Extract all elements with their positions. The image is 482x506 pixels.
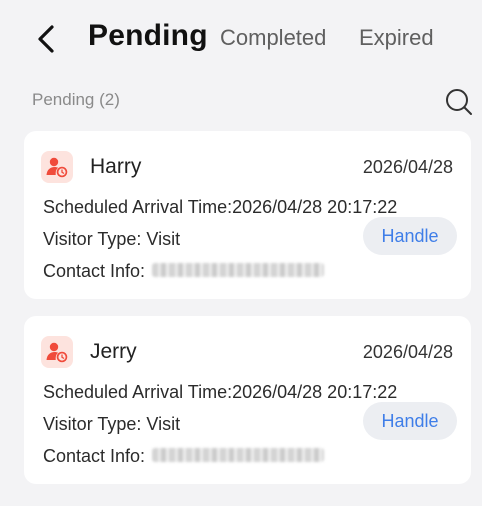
contact-info: Contact Info:: [43, 261, 325, 282]
search-button[interactable]: [444, 87, 474, 117]
tab-expired[interactable]: Expired: [359, 25, 434, 51]
handle-button[interactable]: Handle: [363, 402, 457, 440]
contact-info-label: Contact Info:: [43, 446, 146, 466]
visit-date: 2026/04/28: [362, 342, 453, 362]
visitor-type: Visitor Type: Visit: [43, 414, 181, 434]
visitor-icon: [41, 336, 73, 368]
back-button[interactable]: [32, 22, 60, 56]
contact-info-label: Contact Info:: [43, 261, 146, 281]
pending-count-label: Pending (2): [32, 90, 120, 109]
visit-date: 2026/04/28: [362, 157, 453, 177]
tab-header: Pending Completed Expired: [0, 0, 482, 74]
visitor-type: Visitor Type: Visit: [43, 229, 181, 249]
contact-info-blurred-value: [152, 448, 325, 463]
chevron-left-icon: [38, 25, 54, 53]
search-icon: [446, 89, 472, 115]
scheduled-arrival-time: Scheduled Arrival Time:2026/04/28 20:17:…: [43, 197, 398, 217]
tab-completed[interactable]: Completed: [220, 25, 326, 51]
tab-pending[interactable]: Pending: [88, 19, 208, 53]
visitor-card[interactable]: Jerry 2026/04/28 Scheduled Arrival Time:…: [24, 316, 471, 484]
scheduled-arrival-time: Scheduled Arrival Time:2026/04/28 20:17:…: [43, 382, 398, 402]
pending-visits-screen: Pending Completed Expired Pending (2) Ha…: [0, 0, 482, 506]
contact-info: Contact Info:: [43, 446, 325, 467]
handle-button[interactable]: Handle: [363, 217, 457, 255]
visitor-icon: [41, 151, 73, 183]
contact-info-blurred-value: [152, 263, 325, 278]
visitor-name: Harry: [90, 155, 142, 178]
visitor-name: Jerry: [90, 340, 137, 363]
visitor-card[interactable]: Harry 2026/04/28 Scheduled Arrival Time:…: [24, 131, 471, 299]
